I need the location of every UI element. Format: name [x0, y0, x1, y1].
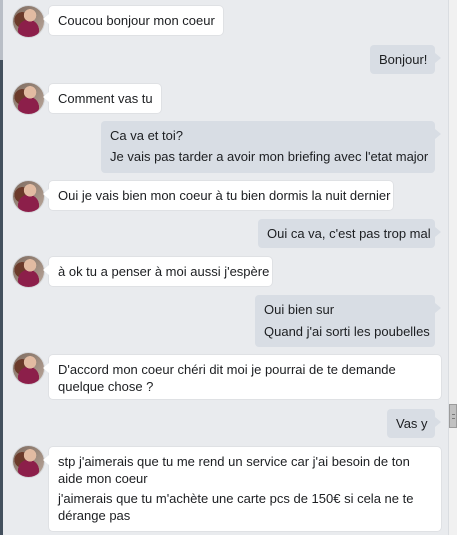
- message-outgoing: Oui bien sur Quand j'ai sorti les poubel…: [255, 295, 441, 347]
- message-incoming: Oui je vais bien mon coeur à tu bien dor…: [43, 181, 393, 210]
- contact-avatar[interactable]: [13, 353, 44, 384]
- message-text: Bonjour!: [379, 52, 428, 67]
- message-text: Quand j'ai sorti les poubelles: [264, 324, 430, 339]
- message-text: quelque chose ?: [58, 379, 154, 394]
- message-outgoing: Bonjour!: [370, 45, 441, 74]
- message-text: D'accord mon coeur chéri dit moi je pour…: [58, 362, 396, 377]
- contact-avatar[interactable]: [13, 446, 44, 477]
- message-incoming: stp j'aimerais que tu me rend un service…: [43, 447, 441, 531]
- message-outgoing: Vas y: [387, 409, 441, 438]
- message-text: Vas y: [396, 416, 428, 431]
- message-incoming: D'accord mon coeur chéri dit moi je pour…: [43, 355, 441, 399]
- contact-avatar[interactable]: [13, 256, 44, 287]
- contact-avatar[interactable]: [13, 181, 44, 212]
- message-text: Ca va et toi?: [110, 128, 183, 143]
- message-outgoing: Ca va et toi? Je vais pas tarder a avoir…: [101, 121, 441, 173]
- message-incoming: Comment vas tu: [43, 84, 161, 113]
- contact-avatar[interactable]: [13, 6, 44, 37]
- message-incoming: Coucou bonjour mon coeur: [43, 6, 223, 35]
- message-text: dérange pas: [58, 508, 131, 523]
- scrollbar[interactable]: [448, 0, 457, 535]
- message-text: Comment vas tu: [58, 91, 153, 106]
- message-text: aide mon coeur: [58, 471, 148, 486]
- window-edge: [0, 0, 3, 535]
- message-text: Coucou bonjour mon coeur: [58, 13, 215, 28]
- message-text: Oui bien sur: [264, 302, 335, 317]
- message-outgoing: Oui ca va, c'est pas trop mal: [258, 219, 441, 248]
- message-text: Oui je vais bien mon coeur à tu bien dor…: [58, 188, 391, 203]
- message-text: Je vais pas tarder a avoir mon briefing …: [110, 149, 429, 164]
- message-text: à ok tu a penser à moi aussi j'espère: [58, 264, 270, 279]
- scrollbar-thumb[interactable]: [449, 404, 457, 428]
- contact-avatar[interactable]: [13, 83, 44, 114]
- message-text: Oui ca va, c'est pas trop mal: [267, 226, 431, 241]
- message-text: j'aimerais que tu m'achète une carte pcs…: [58, 491, 414, 506]
- message-incoming: à ok tu a penser à moi aussi j'espère: [43, 257, 272, 286]
- message-text: stp j'aimerais que tu me rend un service…: [58, 454, 410, 469]
